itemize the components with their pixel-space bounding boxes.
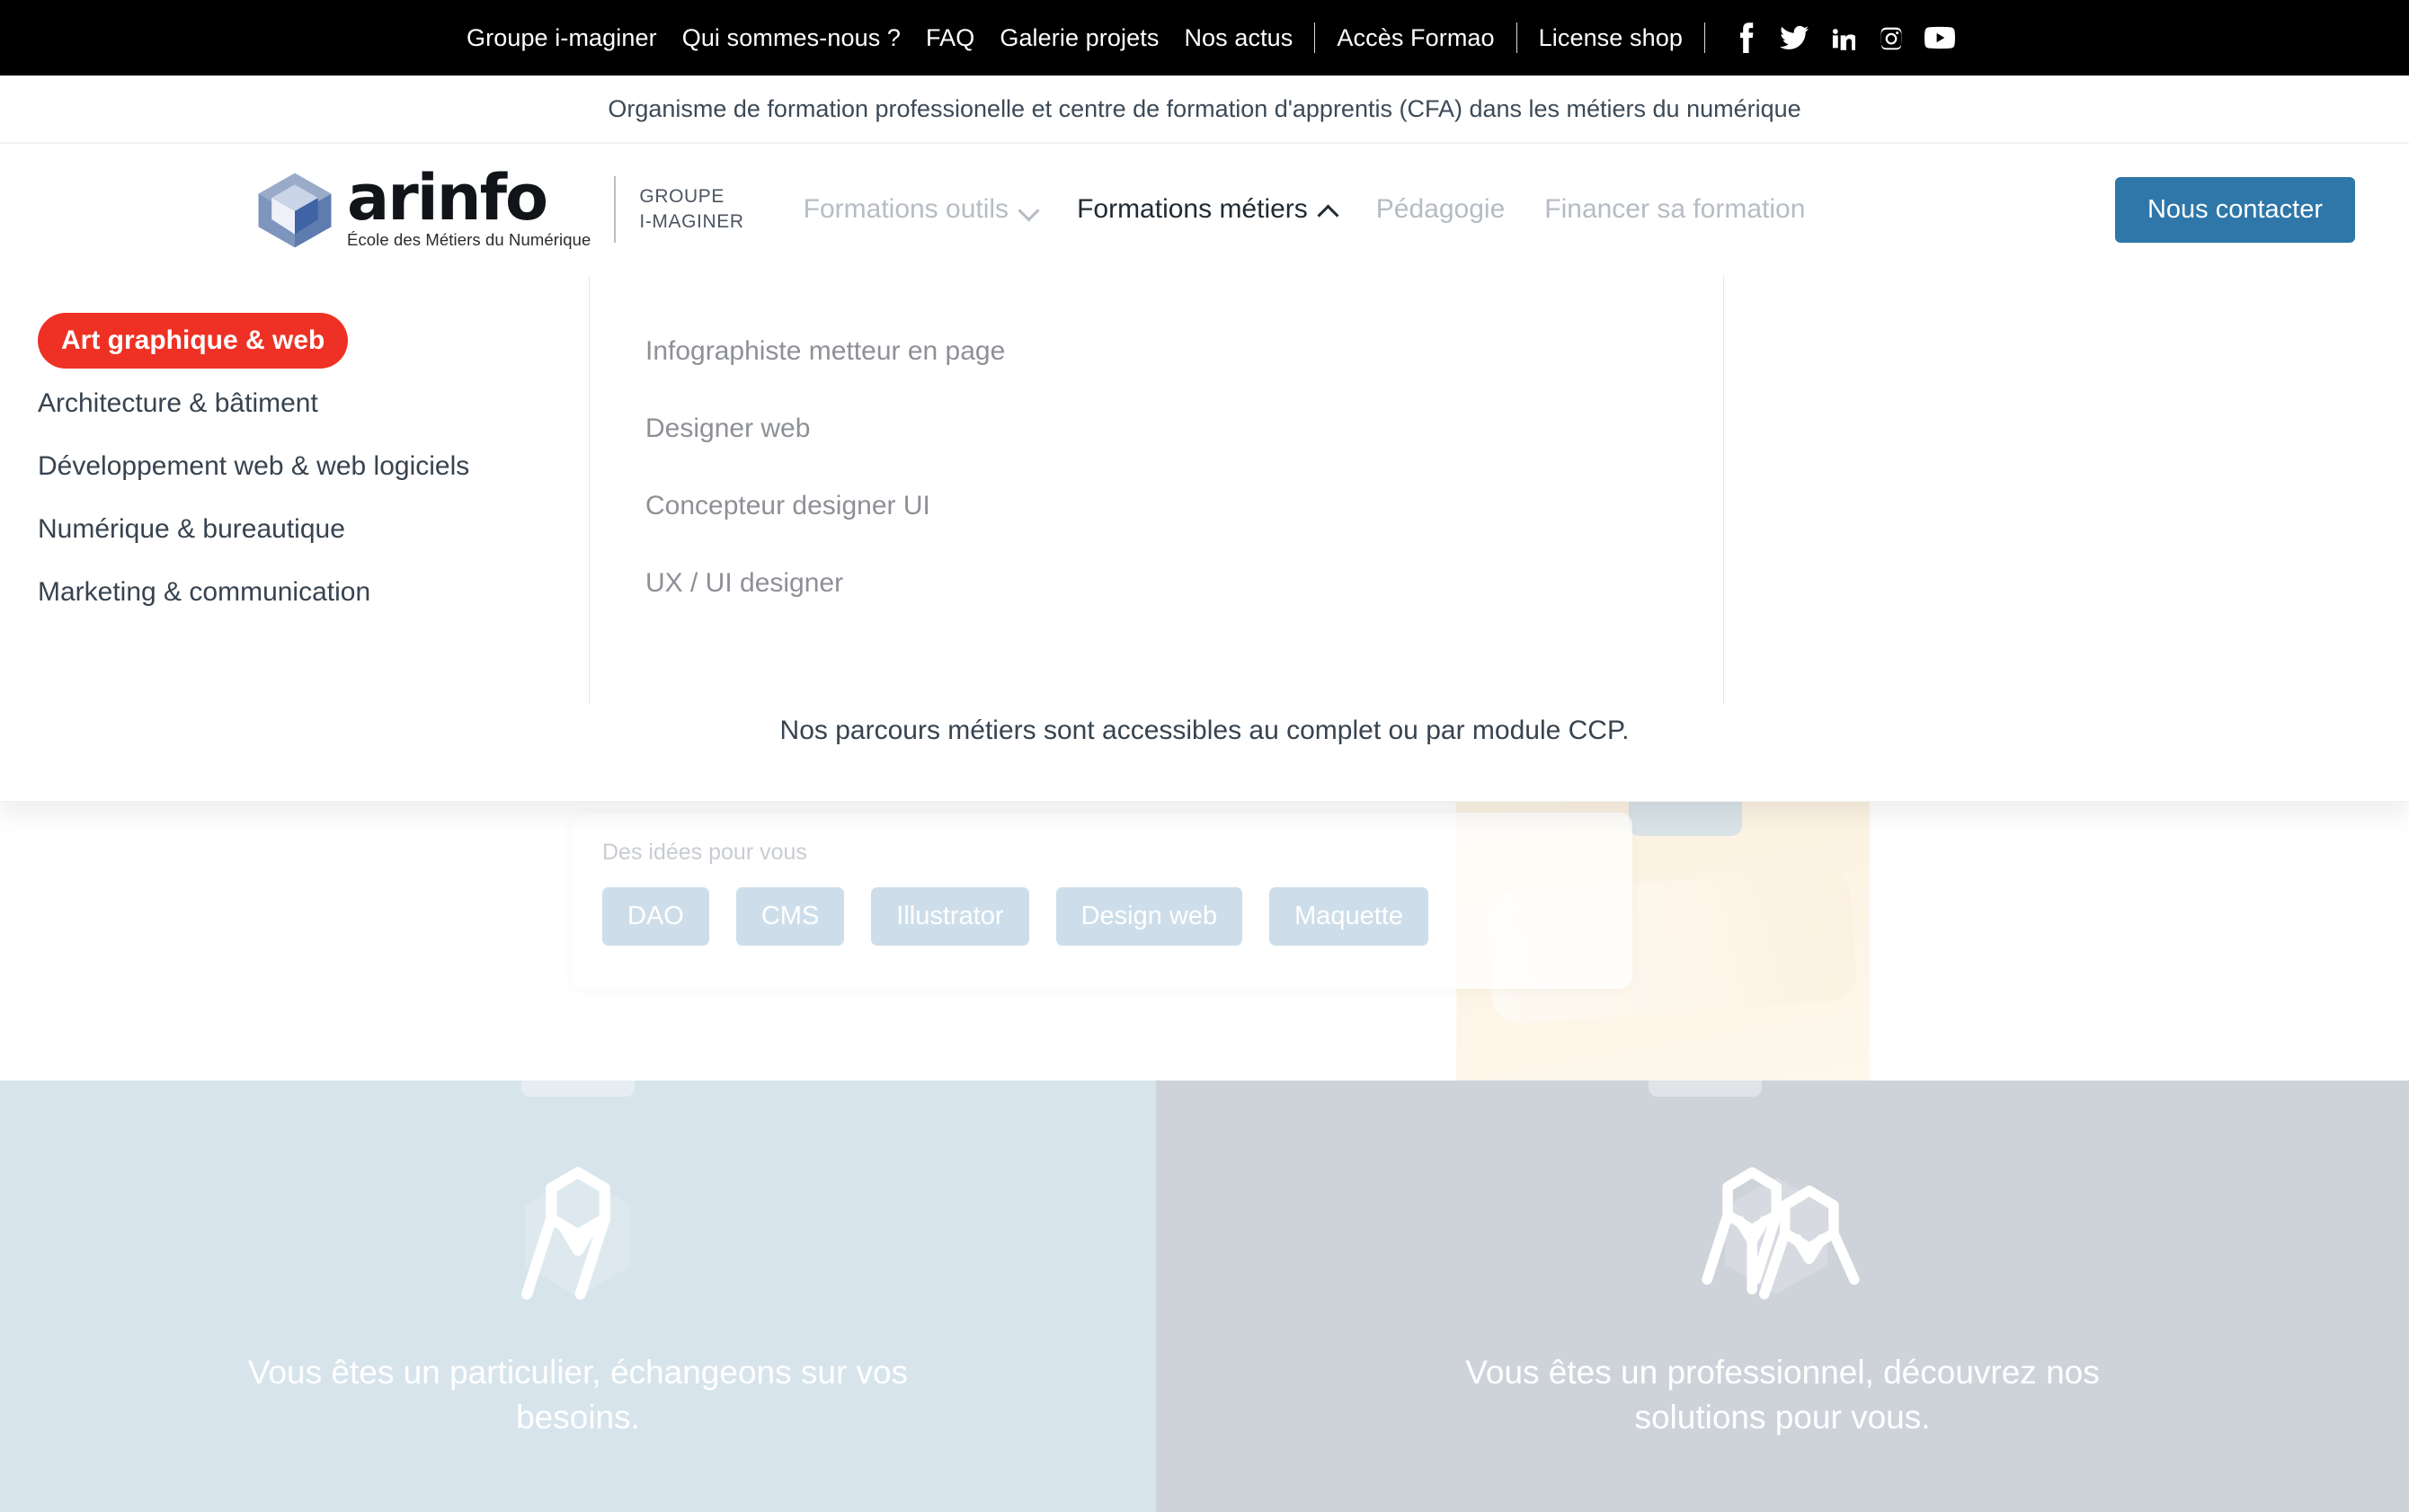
nav-label-pedagogie: Pédagogie [1375,194,1506,224]
topbar-link-license-shop[interactable]: License shop [1526,25,1695,50]
site-tagline: Organisme de formation professionelle et… [0,76,2409,144]
contact-button[interactable]: Nous contacter [2114,176,2355,243]
logo-group-line-1: GROUPE [639,185,725,207]
cta-left-title: Vous êtes un particulier, échangeons sur… [247,1354,909,1436]
cta-left-notch [521,1081,635,1097]
hero-tag-maquette[interactable]: Maquette [1269,887,1429,946]
hero-tag-list: DAO CMS Illustrator Design web Maquette [572,866,1632,946]
topbar-divider-1 [1314,22,1316,53]
topbar-link-qui-sommes-nous[interactable]: Qui sommes-nous ? [670,25,913,50]
hero-section: Des idées pour vous DAO CMS Illustrator … [0,802,2409,1081]
hero-tag-design-web[interactable]: Design web [1055,887,1243,946]
arinfo-cube-logo-icon [253,168,336,251]
topbar-link-faq[interactable]: FAQ [913,25,987,50]
topbar-link-nos-actus[interactable]: Nos actus [1171,25,1305,50]
nav-item-formations-metiers[interactable]: Formations métiers [1057,194,1356,225]
youtube-icon[interactable] [1924,22,1955,53]
hero-card-title: Des idées pour vous [602,840,807,865]
topbar-link-galerie-projets[interactable]: Galerie projets [987,25,1171,50]
megamenu-category-numerique-bureautique[interactable]: Numérique & bureautique [38,498,589,561]
nav-item-formations-outils[interactable]: Formations outils [784,194,1057,225]
hero-tag-dao[interactable]: DAO [602,887,709,946]
cta-right-title: Vous êtes un professionnel, découvrez no… [1465,1354,2100,1436]
chevron-up-icon [1319,200,1337,218]
logo-group-line-2: I-MAGINER [639,211,744,232]
logo-subtitle: École des Métiers du Numérique [347,229,591,249]
chevron-down-icon [1019,200,1037,218]
cta-right-notch [1649,1081,1762,1097]
megamenu-category-art-graphique-web[interactable]: Art graphique & web [38,313,349,369]
main-navigation: Formations outils Formations métiers Péd… [784,194,1826,225]
megamenu-empty-column [1724,275,2409,705]
group-people-hexagon-icon [1688,1158,1877,1316]
linkedin-icon[interactable] [1827,22,1858,53]
formations-metiers-megamenu: Art graphique & web Architecture & bâtim… [0,275,2409,802]
hero-tag-illustrator[interactable]: Illustrator [871,887,1029,946]
megamenu-course-list: Infographiste metteur en page Designer w… [589,275,1724,705]
site-header: arinfo École des Métiers du Numérique GR… [0,144,2409,275]
megamenu-course-designer-web[interactable]: Designer web [645,390,1723,467]
logo-divider [614,176,617,243]
cta-particulier[interactable]: Vous êtes un particulier, échangeons sur… [0,1081,1156,1512]
nav-label-formations-outils: Formations outils [803,194,1009,224]
cta-panels: Vous êtes un particulier, échangeons sur… [0,1081,2409,1512]
cta-professionnel[interactable]: Vous êtes un professionnel, découvrez no… [1156,1081,2409,1512]
megamenu-category-list: Art graphique & web Architecture & bâtim… [0,275,589,705]
logo[interactable]: arinfo École des Métiers du Numérique GR… [253,166,744,251]
nav-item-financer-sa-formation[interactable]: Financer sa formation [1525,194,1825,225]
megamenu-course-ux-ui-designer[interactable]: UX / UI designer [645,545,1723,622]
utility-topbar: Groupe i-maginer Qui sommes-nous ? FAQ G… [0,0,2409,76]
topbar-link-acces-formao[interactable]: Accès Formao [1324,25,1507,50]
topbar-link-groupe-i-maginer[interactable]: Groupe i-maginer [454,25,670,50]
page-root: Groupe i-maginer Qui sommes-nous ? FAQ G… [0,0,2409,1512]
hero-chip [1629,802,1742,836]
facebook-icon[interactable] [1730,22,1761,53]
topbar-divider-3 [1703,22,1705,53]
single-person-hexagon-icon [502,1158,654,1316]
megamenu-category-architecture-batiment[interactable]: Architecture & bâtiment [38,372,589,435]
megamenu-grid: Art graphique & web Architecture & bâtim… [0,275,2409,705]
logo-text: arinfo École des Métiers du Numérique [347,166,591,250]
megamenu-course-concepteur-designer-ui[interactable]: Concepteur designer UI [645,467,1723,545]
megamenu-category-marketing-communication[interactable]: Marketing & communication [38,561,589,624]
nav-label-formations-metiers: Formations métiers [1077,194,1308,224]
utility-topbar-inner: Groupe i-maginer Qui sommes-nous ? FAQ G… [454,22,1955,53]
megamenu-note: Nos parcours métiers sont accessibles au… [779,716,1630,745]
megamenu-course-infographiste-metteur-en-page[interactable]: Infographiste metteur en page [645,313,1723,390]
instagram-icon[interactable] [1876,22,1907,53]
megamenu-category-developpement-web[interactable]: Développement web & web logiciels [38,435,589,498]
hero-suggestion-card: Des idées pour vous DAO CMS Illustrator … [572,813,1632,989]
logo-group-label: GROUPE I-MAGINER [639,184,743,236]
logo-wordmark: arinfo [347,160,548,235]
topbar-divider-2 [1516,22,1517,53]
twitter-icon[interactable] [1779,22,1809,53]
nav-label-financer-sa-formation: Financer sa formation [1544,194,1806,224]
hero-tag-cms[interactable]: CMS [735,887,845,946]
social-links [1714,22,1955,53]
nav-item-pedagogie[interactable]: Pédagogie [1356,194,1525,225]
